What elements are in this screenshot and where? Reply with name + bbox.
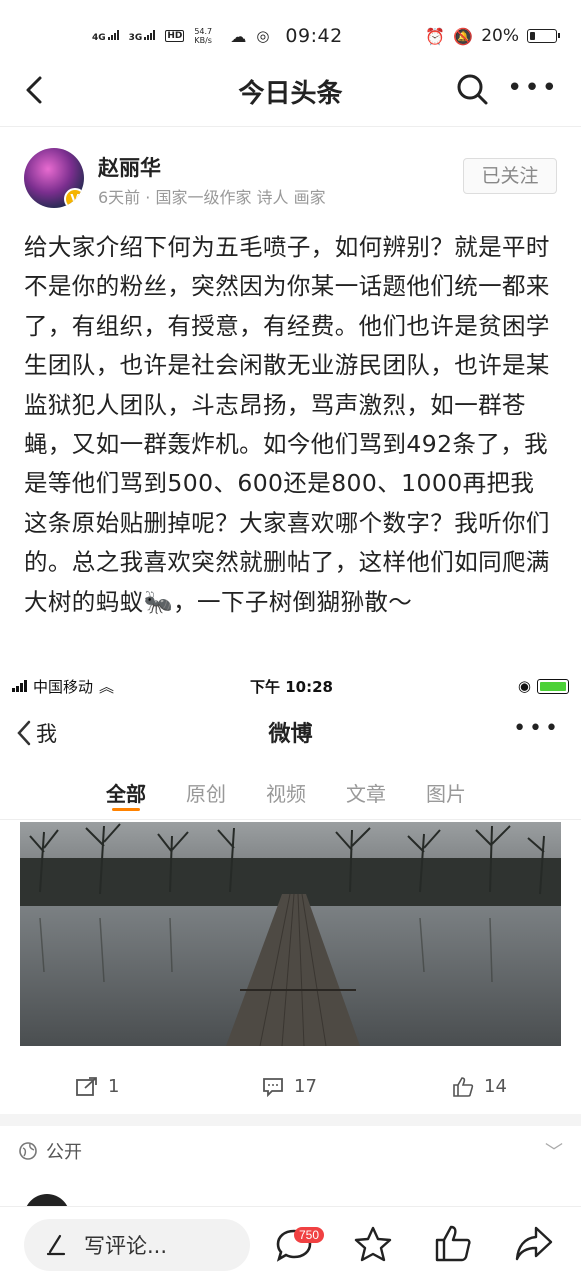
cloud-icon: ☁ — [230, 26, 247, 46]
net-speed: 54.7 KB/s — [194, 27, 213, 45]
comment-input[interactable]: 写评论... — [24, 1219, 250, 1271]
comment-placeholder: 写评论... — [84, 1234, 168, 1258]
battery-icon — [527, 29, 560, 43]
tab-article[interactable]: 文章 — [346, 764, 386, 819]
article-body: 给大家介绍下何为五毛喷子，如何辨别？就是平时不是你的粉丝，突然因为你某一话题他们… — [24, 233, 550, 616]
post-photo[interactable] — [20, 822, 561, 1046]
embed-carrier: 中国移动 — [33, 677, 94, 696]
embed-tabs: 全部 原创 视频 文章 图片 — [0, 764, 581, 820]
embed-title: 微博 — [268, 722, 313, 747]
avatar[interactable]: V — [24, 148, 84, 208]
author-meta: 6天前 · 国家一级作家 诗人 画家 — [98, 188, 326, 207]
mute-icon: 🔕 — [453, 26, 474, 46]
bottom-bar: 写评论... 750 — [0, 1206, 581, 1280]
globe-icon — [19, 1142, 37, 1160]
embed-time: 下午 10:28 — [250, 677, 333, 696]
embed-status-bar: 中国移动 ︽ 下午 10:28 ◉ — [0, 668, 581, 704]
star-icon[interactable] — [354, 1225, 392, 1263]
hd-badge: HD — [165, 30, 185, 42]
verified-icon: V — [64, 188, 84, 208]
repost-button[interactable]: 1 — [76, 1076, 119, 1097]
back-icon[interactable] — [22, 74, 50, 106]
page-title: 今日头条 — [238, 78, 343, 109]
comment-count-badge: 750 — [294, 1227, 325, 1243]
tab-original[interactable]: 原创 — [186, 764, 226, 819]
comment-icon — [263, 1077, 283, 1097]
weibo-icon: ◎ — [256, 27, 270, 45]
tab-pictures[interactable]: 图片 — [426, 764, 466, 819]
alarm-icon: ⏰ — [425, 26, 446, 46]
network-3g: 3G — [129, 29, 156, 43]
section-separator — [0, 1114, 581, 1126]
repost-count: 1 — [108, 1076, 120, 1097]
more-icon[interactable]: ••• — [507, 74, 559, 102]
author-name[interactable]: 赵丽华 — [98, 152, 161, 182]
chevron-left-icon — [17, 720, 31, 746]
network-4g: 4G — [92, 29, 119, 43]
signal-indicators: 4G 3G HD 54.7 KB/s ☁ ◎ — [92, 27, 269, 46]
comment-count: 17 — [294, 1076, 317, 1097]
share-icon[interactable] — [514, 1225, 554, 1263]
tab-video[interactable]: 视频 — [266, 764, 306, 819]
wifi-icon: ︽ — [99, 677, 115, 696]
battery-percent: 20% — [481, 26, 519, 46]
chevron-down-icon[interactable]: ﹀ — [545, 1138, 563, 1164]
embed-back-label: 我 — [36, 722, 57, 746]
app-header: 今日头条 ••• — [0, 62, 581, 120]
post-actions: 1 17 14 — [0, 1068, 581, 1112]
embed-signal-icon — [12, 680, 27, 692]
embedded-screenshot: 中国移动 ︽ 下午 10:28 ◉ 我 微博 ••• 全部 原创 视频 文章 图… — [0, 668, 581, 1280]
repost-icon — [76, 1076, 97, 1096]
author-row: V 赵丽华 6天前 · 国家一级作家 诗人 画家 已关注 — [24, 146, 557, 210]
search-icon[interactable] — [455, 72, 489, 106]
pen-icon — [46, 1234, 66, 1256]
embed-more-icon[interactable]: ••• — [513, 716, 561, 741]
embed-nav: 我 微博 ••• — [0, 704, 581, 760]
embed-back-button[interactable]: 我 — [16, 718, 57, 748]
header-divider — [0, 126, 581, 127]
thumbs-up-icon — [453, 1076, 474, 1097]
comment-button[interactable]: 17 — [262, 1076, 317, 1097]
embed-battery-icon — [537, 678, 569, 694]
visibility-row[interactable]: 公开 ﹀ — [18, 1138, 563, 1164]
lake-boardwalk-image — [20, 822, 561, 1046]
status-time: 09:42 — [285, 25, 343, 47]
like-count: 14 — [484, 1076, 507, 1097]
follow-button[interactable]: 已关注 — [463, 158, 557, 194]
visibility-label: 公开 — [46, 1142, 82, 1163]
tab-all[interactable]: 全部 — [106, 764, 146, 819]
orientation-lock-icon: ◉ — [517, 677, 531, 695]
like-button[interactable]: 14 — [452, 1076, 507, 1097]
thumbs-up-icon[interactable] — [434, 1225, 472, 1263]
